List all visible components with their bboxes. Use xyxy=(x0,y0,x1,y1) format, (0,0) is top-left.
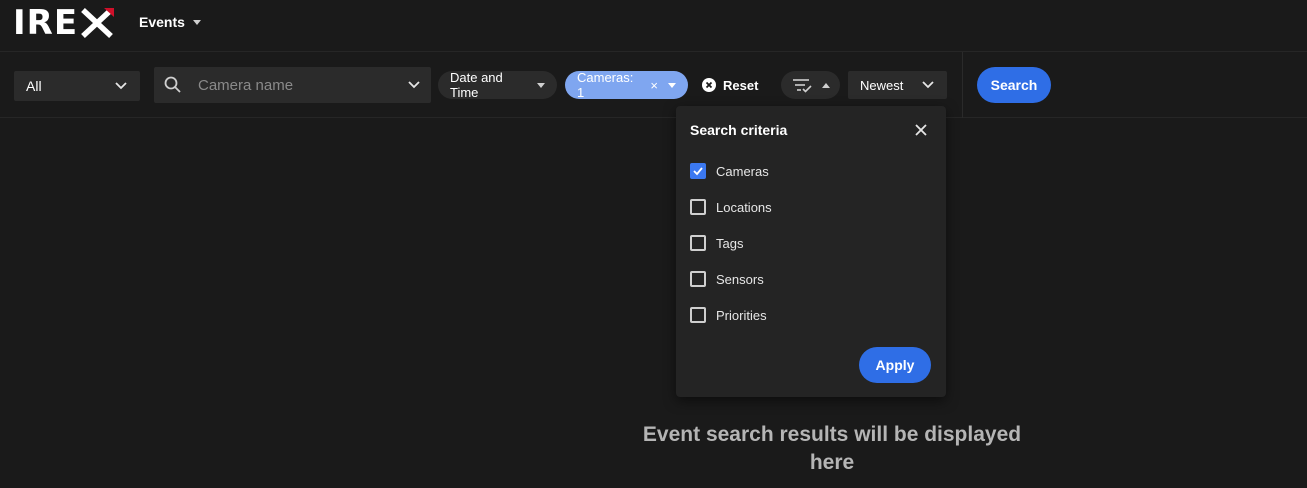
events-nav-label: Events xyxy=(139,14,185,30)
date-time-chip[interactable]: Date and Time xyxy=(438,70,557,100)
search-criteria-toggle[interactable] xyxy=(781,71,840,99)
checkbox-locations[interactable] xyxy=(690,199,706,215)
cameras-chip-label: Cameras: 1 xyxy=(577,70,634,100)
irex-logo[interactable]: IRE xyxy=(13,3,115,43)
reset-label: Reset xyxy=(723,77,759,93)
criteria-option-label: Priorities xyxy=(716,307,767,323)
checkbox-sensors[interactable] xyxy=(690,271,706,287)
empty-results-message: Event search results will be displayed h… xyxy=(642,423,1022,474)
sort-select-value: Newest xyxy=(860,77,904,93)
logo-text: IRE xyxy=(13,3,79,43)
cameras-chip[interactable]: Cameras: 1 × xyxy=(565,70,688,100)
criteria-option-locations[interactable]: Locations xyxy=(690,197,772,217)
caret-down-icon xyxy=(192,19,201,25)
toolbar-divider xyxy=(962,52,963,118)
reset-button[interactable]: Reset xyxy=(702,71,758,99)
logo-x-mark xyxy=(80,7,115,39)
apply-button[interactable]: Apply xyxy=(859,347,931,383)
criteria-option-cameras[interactable]: Cameras xyxy=(690,161,769,181)
filter-bar: All Date and Time Cameras: 1 × Reset xyxy=(0,52,1307,118)
search-button[interactable]: Search xyxy=(977,67,1051,103)
panel-title: Search criteria xyxy=(690,122,788,138)
top-bar: IRE Events xyxy=(0,0,1307,52)
caret-down-icon[interactable] xyxy=(668,82,676,88)
caret-down-icon xyxy=(537,82,545,88)
checkbox-cameras[interactable] xyxy=(690,163,706,179)
clear-circle-icon xyxy=(702,78,716,92)
scope-select[interactable]: All xyxy=(14,71,140,101)
criteria-option-label: Cameras xyxy=(716,163,769,179)
checkbox-tags[interactable] xyxy=(690,235,706,251)
chevron-down-icon[interactable] xyxy=(407,80,421,90)
chevron-down-icon xyxy=(922,81,934,89)
chevron-down-icon xyxy=(115,82,127,90)
camera-name-input[interactable] xyxy=(196,75,407,95)
criteria-option-tags[interactable]: Tags xyxy=(690,233,743,253)
filter-check-icon xyxy=(792,79,812,93)
criteria-option-label: Sensors xyxy=(716,271,764,287)
criteria-option-label: Tags xyxy=(716,235,744,251)
checkbox-priorities[interactable] xyxy=(690,307,706,323)
scope-select-value: All xyxy=(26,78,42,94)
criteria-option-sensors[interactable]: Sensors xyxy=(690,269,764,289)
events-nav-menu[interactable]: Events xyxy=(139,12,201,32)
camera-search-box xyxy=(154,67,431,103)
sort-select[interactable]: Newest xyxy=(848,71,947,99)
caret-up-icon xyxy=(821,82,830,88)
search-icon xyxy=(164,76,181,93)
check-icon xyxy=(693,167,703,176)
criteria-option-priorities[interactable]: Priorities xyxy=(690,305,767,325)
close-icon[interactable] xyxy=(913,122,929,138)
date-time-chip-label: Date and Time xyxy=(450,70,503,100)
criteria-option-label: Locations xyxy=(716,199,772,215)
close-icon[interactable]: × xyxy=(650,78,658,93)
search-criteria-panel: Search criteria Cameras Locations Tags S… xyxy=(676,106,946,397)
